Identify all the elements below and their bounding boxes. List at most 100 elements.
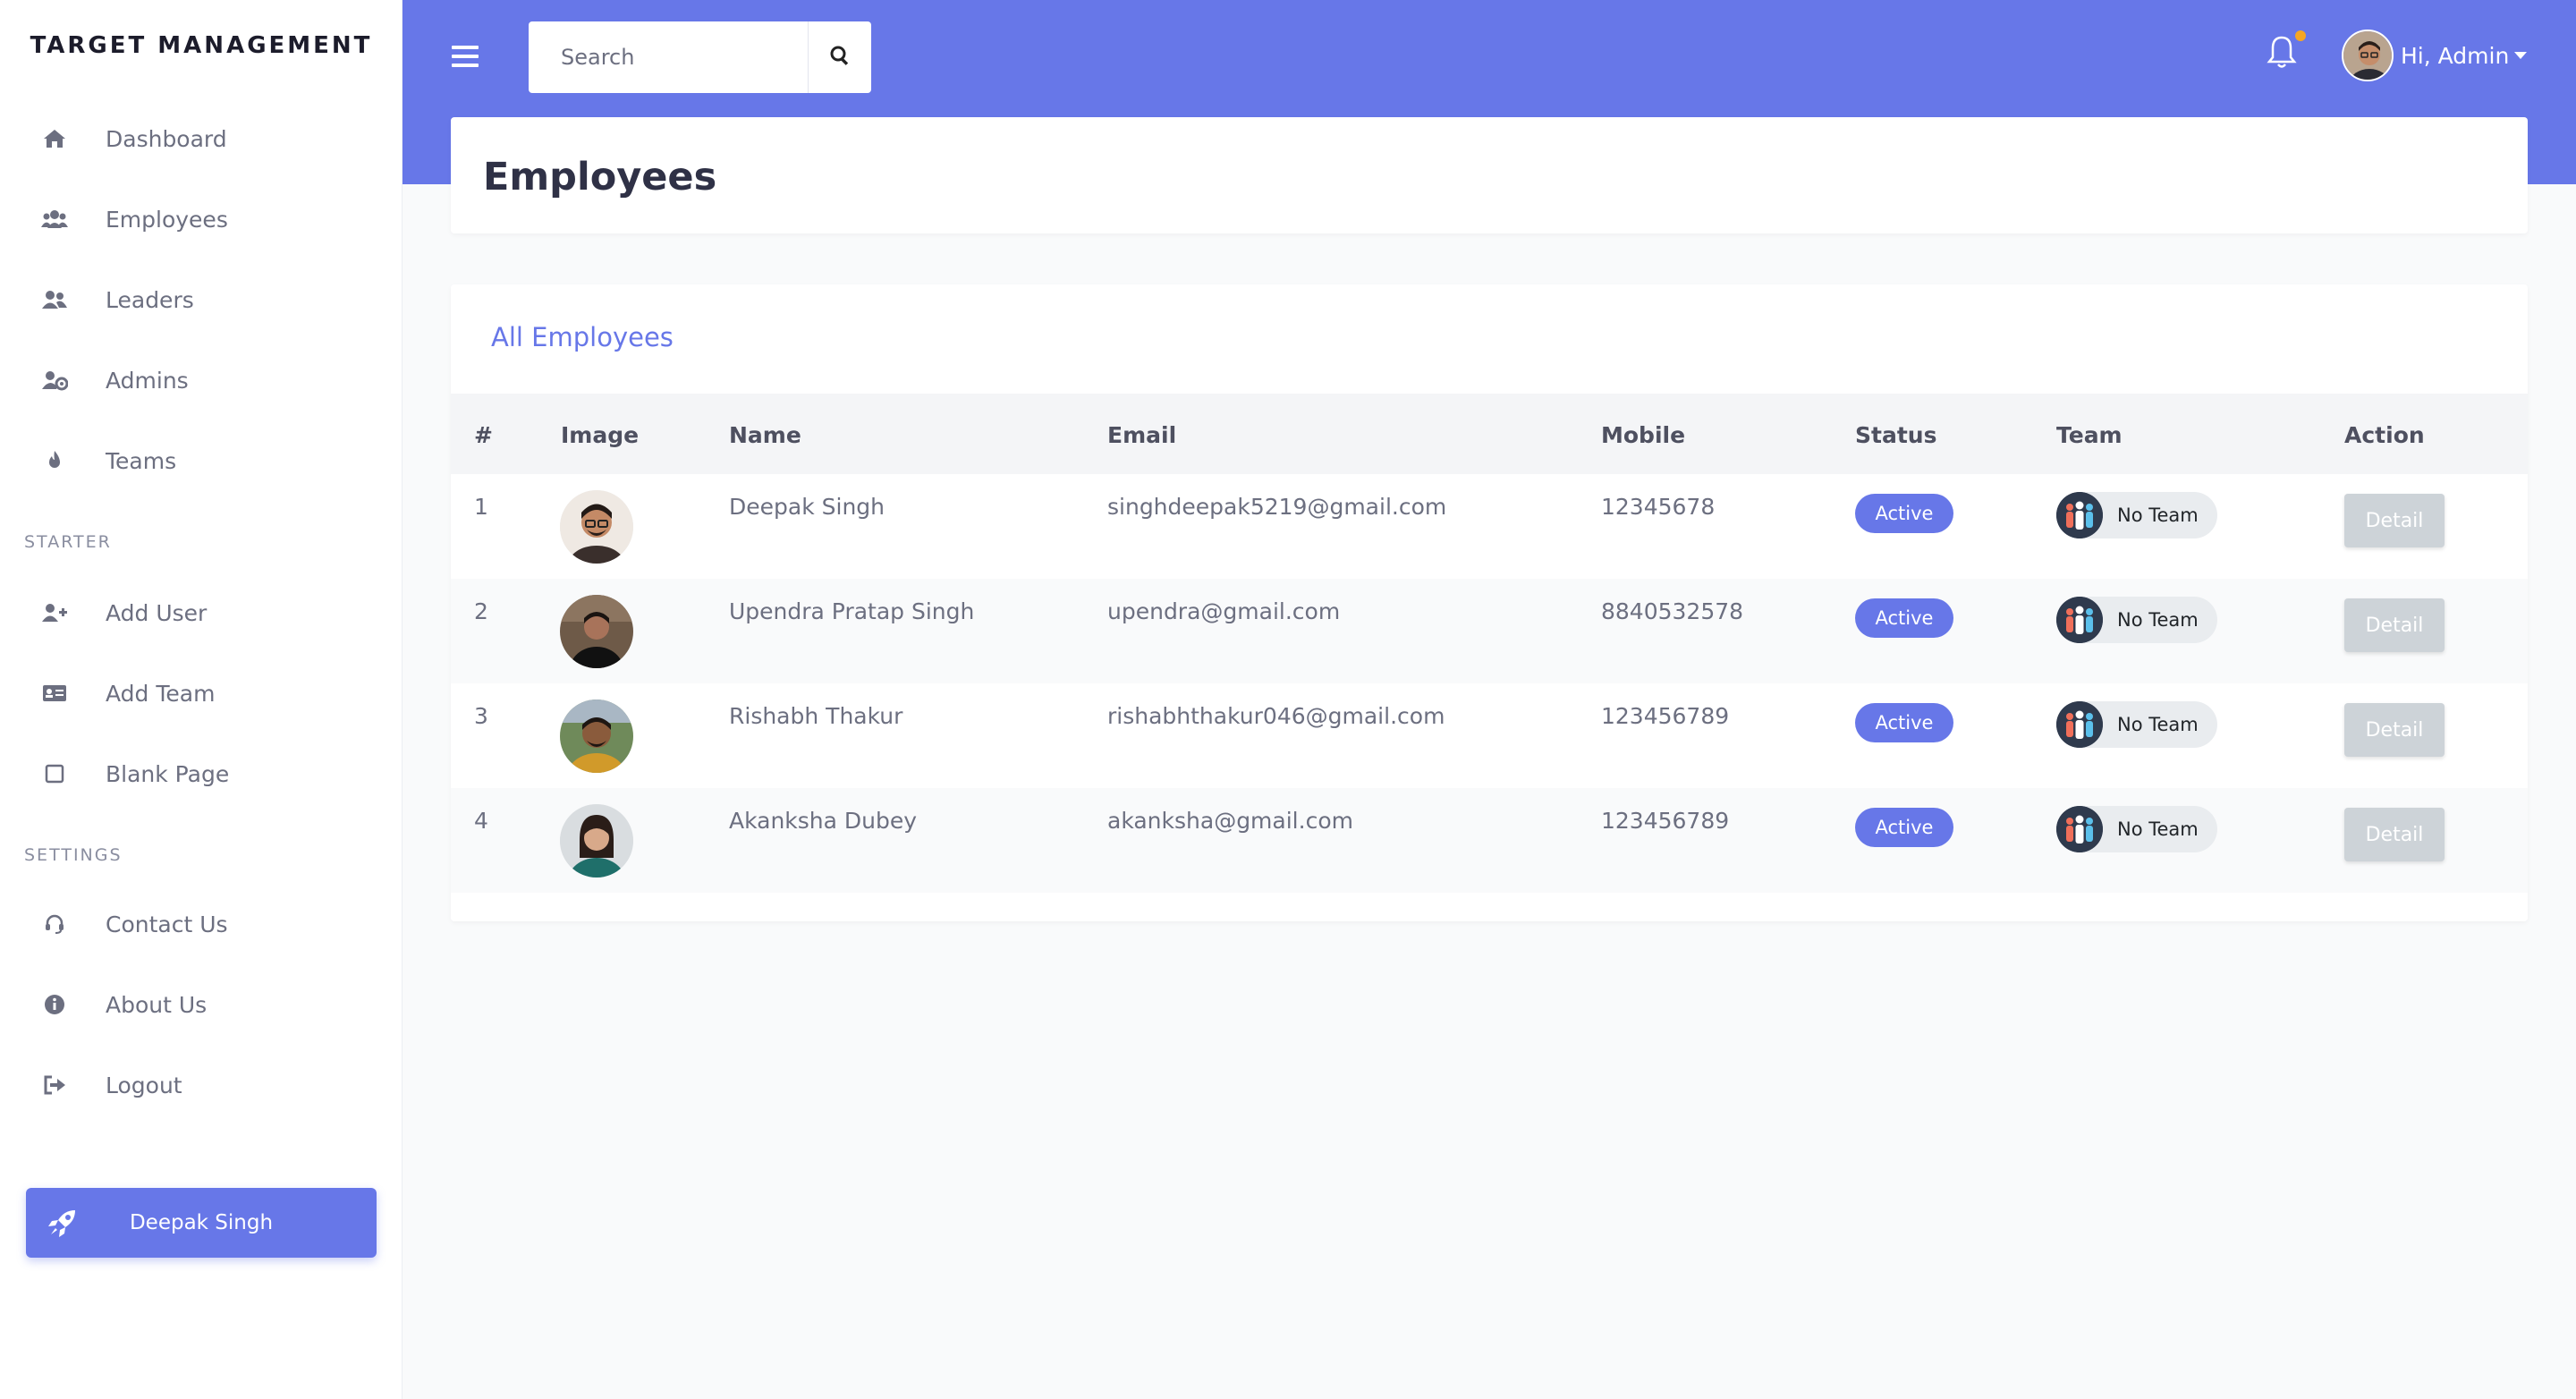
sidebar-item-about-us[interactable]: About Us: [0, 973, 402, 1036]
team-label: No Team: [2117, 609, 2199, 631]
column-header-number: #: [474, 422, 493, 448]
detail-button[interactable]: Detail: [2344, 808, 2445, 861]
id-card-icon: [41, 680, 68, 707]
employee-mobile: 123456789: [1601, 703, 1730, 729]
sidebar: TARGET MANAGEMENT Dashboard Employees Le…: [0, 0, 402, 1399]
column-header-action: Action: [2344, 422, 2425, 448]
employee-mobile: 12345678: [1601, 494, 1716, 520]
employee-mobile: 8840532578: [1601, 598, 1744, 624]
status-badge[interactable]: Active: [1855, 598, 1953, 638]
table-row: 2 Upendra Pratap Singh upendra@gmail.com…: [451, 579, 2528, 683]
sidebar-item-dashboard[interactable]: Dashboard: [0, 107, 402, 170]
team-badge[interactable]: No Team: [2056, 597, 2217, 643]
headset-icon: [41, 911, 68, 937]
employee-avatar: [560, 804, 633, 878]
users-icon: [41, 206, 68, 233]
employee-email: singhdeepak5219@gmail.com: [1107, 494, 1447, 520]
employee-avatar: [560, 595, 633, 668]
user-plus-icon: [41, 599, 68, 626]
brand-title[interactable]: TARGET MANAGEMENT: [0, 32, 402, 59]
user-greeting: Hi, Admin: [2401, 42, 2510, 69]
table-row: 1 Deepak Singh singhdeepak5219@gmail.com…: [451, 474, 2528, 579]
employee-name: Upendra Pratap Singh: [729, 598, 975, 624]
card-title: All Employees: [491, 322, 674, 352]
sidebar-item-teams[interactable]: Teams: [0, 429, 402, 492]
sidebar-item-admins[interactable]: Admins: [0, 349, 402, 411]
team-badge[interactable]: No Team: [2056, 806, 2217, 852]
team-icon: [2056, 492, 2103, 538]
section-label-starter: STARTER: [24, 532, 112, 552]
row-number: 4: [474, 808, 488, 834]
sidebar-item-label: Blank Page: [106, 760, 230, 787]
home-icon: [41, 125, 68, 152]
fire-icon: [41, 447, 68, 474]
user-cog-icon: [41, 367, 68, 394]
detail-button[interactable]: Detail: [2344, 703, 2445, 757]
team-label: No Team: [2117, 504, 2199, 526]
search-button[interactable]: [808, 21, 871, 93]
notification-dot: [2295, 30, 2306, 41]
menu-toggle-icon[interactable]: [447, 41, 483, 72]
sidebar-item-blank-page[interactable]: Blank Page: [0, 742, 402, 805]
detail-button[interactable]: Detail: [2344, 494, 2445, 547]
sidebar-item-label: Logout: [106, 1072, 182, 1098]
row-number: 1: [474, 494, 488, 520]
sidebar-item-label: Add User: [106, 599, 208, 626]
employee-avatar: [560, 490, 633, 564]
employee-name: Rishabh Thakur: [729, 703, 903, 729]
team-icon: [2056, 597, 2103, 643]
employee-email: akanksha@gmail.com: [1107, 808, 1353, 834]
table-header: # Image Name Email Mobile Status Team Ac…: [451, 394, 2528, 474]
table-row: 3 Rishabh Thakur rishabhthakur046@gmail.…: [451, 683, 2528, 788]
sign-out-icon: [41, 1072, 68, 1098]
employee-email: rishabhthakur046@gmail.com: [1107, 703, 1445, 729]
chevron-down-icon: [2514, 52, 2528, 59]
sidebar-item-leaders[interactable]: Leaders: [0, 268, 402, 331]
sidebar-item-add-user[interactable]: Add User: [0, 581, 402, 644]
user-friends-icon: [41, 286, 68, 313]
table-row: 4 Akanksha Dubey akanksha@gmail.com 1234…: [451, 788, 2528, 893]
info-circle-icon: [41, 991, 68, 1018]
avatar: [2342, 30, 2394, 81]
team-icon: [2056, 806, 2103, 852]
search-bar: [529, 21, 871, 93]
sidebar-item-label: Contact Us: [106, 911, 228, 937]
sidebar-item-label: Leaders: [106, 286, 194, 313]
employee-name: Akanksha Dubey: [729, 808, 918, 834]
section-label-settings: SETTINGS: [24, 845, 123, 865]
team-badge[interactable]: No Team: [2056, 492, 2217, 538]
row-number: 2: [474, 598, 488, 624]
search-icon: [829, 45, 851, 70]
sidebar-item-label: Teams: [106, 447, 177, 474]
column-header-mobile: Mobile: [1601, 422, 1686, 448]
sidebar-item-label: Admins: [106, 367, 189, 394]
column-header-email: Email: [1107, 422, 1177, 448]
sidebar-item-employees[interactable]: Employees: [0, 188, 402, 250]
sidebar-item-label: Dashboard: [106, 125, 227, 152]
status-badge[interactable]: Active: [1855, 808, 1953, 847]
sidebar-user-name: Deepak Singh: [129, 1211, 274, 1234]
column-header-name: Name: [729, 422, 801, 448]
sidebar-item-label: About Us: [106, 991, 208, 1018]
team-label: No Team: [2117, 714, 2199, 735]
column-header-image: Image: [561, 422, 640, 448]
sidebar-item-logout[interactable]: Logout: [0, 1054, 402, 1116]
team-badge[interactable]: No Team: [2056, 701, 2217, 748]
page-header-card: Employees: [451, 117, 2528, 233]
employees-table-card: All Employees # Image Name Email Mobile …: [451, 284, 2528, 921]
detail-button[interactable]: Detail: [2344, 598, 2445, 652]
sidebar-item-contact-us[interactable]: Contact Us: [0, 893, 402, 955]
sidebar-item-label: Add Team: [106, 680, 216, 707]
row-number: 3: [474, 703, 488, 729]
status-badge[interactable]: Active: [1855, 494, 1953, 533]
team-label: No Team: [2117, 818, 2199, 840]
employee-email: upendra@gmail.com: [1107, 598, 1341, 624]
team-icon: [2056, 701, 2103, 748]
search-input[interactable]: [529, 21, 808, 93]
sidebar-item-add-team[interactable]: Add Team: [0, 662, 402, 725]
bell-icon[interactable]: [2266, 34, 2298, 70]
user-menu[interactable]: Hi, Admin: [2342, 27, 2528, 84]
employee-avatar: [560, 700, 633, 773]
status-badge[interactable]: Active: [1855, 703, 1953, 742]
sidebar-user-button[interactable]: Deepak Singh: [26, 1188, 377, 1258]
